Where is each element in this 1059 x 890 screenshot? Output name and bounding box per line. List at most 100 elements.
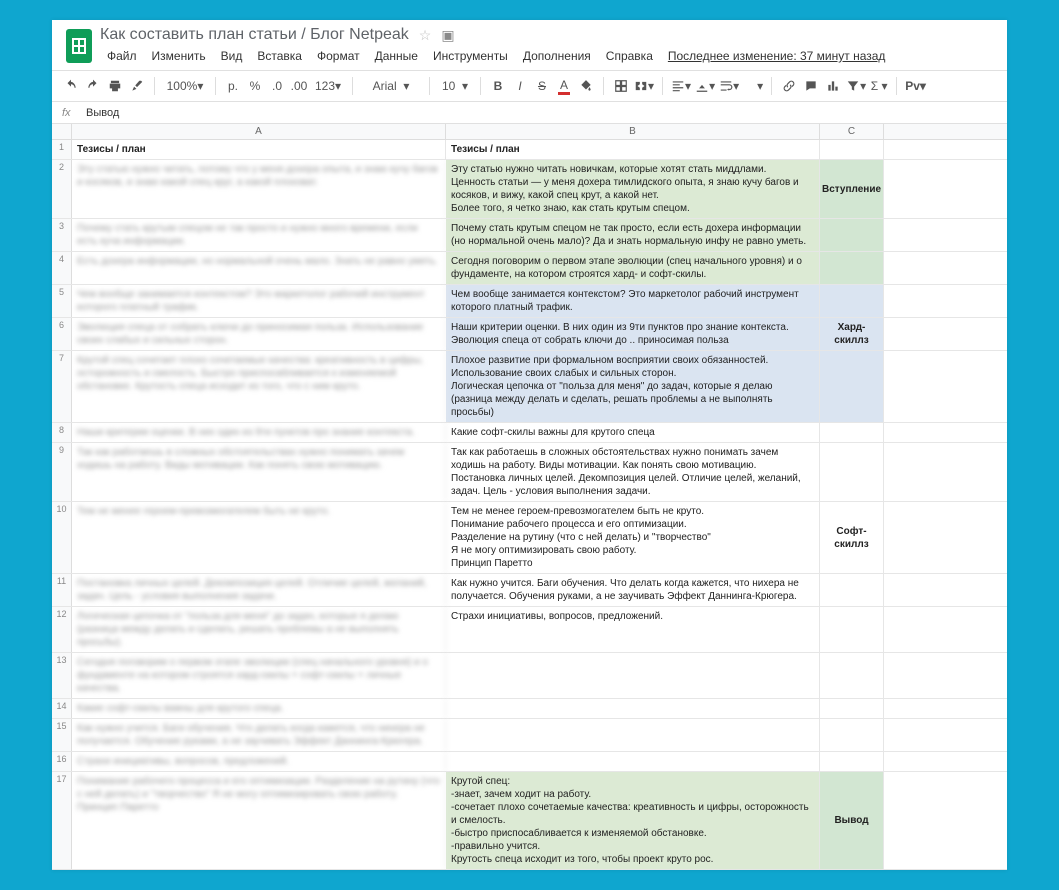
menu-файл[interactable]: Файл — [100, 46, 144, 66]
menu-справка[interactable]: Справка — [599, 46, 660, 66]
functions-button[interactable]: Σ ▾ — [870, 75, 888, 97]
cell[interactable]: Наши критерии оценки. В них один из 9ти … — [72, 423, 446, 442]
cell[interactable]: Как нужно учится. Баги обучения. Что дел… — [446, 574, 820, 606]
sheets-logo-icon[interactable] — [66, 29, 92, 63]
cell[interactable]: Эту статью нужно читать новичкам, которы… — [446, 160, 820, 218]
row-header[interactable]: 13 — [52, 653, 72, 698]
cell[interactable]: Наши критерии оценки. В них один из 9ти … — [446, 318, 820, 350]
row-header[interactable]: 4 — [52, 252, 72, 284]
cell[interactable] — [820, 140, 884, 159]
comment-button[interactable] — [802, 75, 820, 97]
cell[interactable] — [820, 574, 884, 606]
cell[interactable]: Софт-скиллз — [820, 502, 884, 573]
cell[interactable]: Страхи инициативы, вопросов, предложений… — [72, 752, 446, 771]
cell[interactable]: Почему стать крутым спецом не так просто… — [446, 219, 820, 251]
cell[interactable]: Сегодня поговорим о первом этапе эволюци… — [72, 653, 446, 698]
undo-icon[interactable] — [62, 75, 80, 97]
cell[interactable]: Какие софт-скилы важны для крутого спеца… — [72, 699, 446, 718]
row-header[interactable]: 7 — [52, 351, 72, 422]
decrease-decimal-button[interactable]: .0 — [268, 75, 286, 97]
cell[interactable]: Постановка личных целей. Декомпозиция це… — [72, 574, 446, 606]
row-header[interactable]: 9 — [52, 443, 72, 501]
text-color-button[interactable]: A — [555, 75, 573, 97]
row-header[interactable]: 5 — [52, 285, 72, 317]
cell[interactable] — [820, 423, 884, 442]
row-header[interactable]: 14 — [52, 699, 72, 718]
bold-button[interactable]: B — [489, 75, 507, 97]
cell[interactable]: Какие софт-скилы важны для крутого спеца — [446, 423, 820, 442]
fill-color-button[interactable] — [577, 75, 595, 97]
star-icon[interactable]: ☆ — [419, 27, 432, 44]
rotate-button[interactable]: ▾ — [743, 75, 763, 97]
cell[interactable] — [820, 285, 884, 317]
last-change-link[interactable]: Последнее изменение: 37 минут назад — [661, 46, 893, 66]
format-currency-button[interactable]: р. — [224, 75, 242, 97]
chart-button[interactable] — [824, 75, 842, 97]
cell[interactable]: Вывод — [820, 772, 884, 869]
cell[interactable]: Почему стать крутым спецом не так просто… — [72, 219, 446, 251]
cell[interactable] — [820, 252, 884, 284]
menu-дополнения[interactable]: Дополнения — [516, 46, 598, 66]
merge-button[interactable]: ▾ — [634, 75, 654, 97]
addon-button[interactable]: Pv ▾ — [905, 75, 926, 97]
cell[interactable] — [820, 443, 884, 501]
row-header[interactable]: 2 — [52, 160, 72, 218]
cell[interactable]: Тем не менее героем-превозмогателем быть… — [446, 502, 820, 573]
row-header[interactable]: 3 — [52, 219, 72, 251]
row-header[interactable]: 15 — [52, 719, 72, 751]
cell[interactable] — [820, 719, 884, 751]
menu-инструменты[interactable]: Инструменты — [426, 46, 515, 66]
cell[interactable]: Понимание рабочего процесса и его оптими… — [72, 772, 446, 869]
cell[interactable] — [446, 752, 820, 771]
more-formats-button[interactable]: 123 ▾ — [312, 75, 344, 97]
zoom-select[interactable]: 100% ▾ — [163, 75, 207, 97]
row-header[interactable]: 1 — [52, 140, 72, 159]
redo-icon[interactable] — [84, 75, 102, 97]
cell[interactable] — [820, 699, 884, 718]
cell[interactable] — [820, 653, 884, 698]
col-header-a[interactable]: A — [72, 124, 446, 139]
cell[interactable] — [446, 699, 820, 718]
move-folder-icon[interactable]: ▣ — [441, 27, 454, 44]
cell[interactable]: Страхи инициативы, вопросов, предложений… — [446, 607, 820, 652]
cell[interactable]: Как нужно учится. Баги обучения. Что дел… — [72, 719, 446, 751]
font-select[interactable]: Arial ▾ — [361, 75, 421, 97]
font-size-select[interactable]: 10 ▾ — [438, 75, 472, 97]
cell[interactable]: Эту статью нужно читать, потому что у ме… — [72, 160, 446, 218]
menu-вставка[interactable]: Вставка — [250, 46, 309, 66]
menu-изменить[interactable]: Изменить — [145, 46, 213, 66]
cell[interactable]: Логическая цепочка от "польза для меня" … — [72, 607, 446, 652]
cell[interactable]: Сегодня поговорим о первом этапе эволюци… — [446, 252, 820, 284]
cell[interactable] — [820, 219, 884, 251]
cell[interactable] — [446, 653, 820, 698]
increase-decimal-button[interactable]: .00 — [290, 75, 308, 97]
col-header-b[interactable]: B — [446, 124, 820, 139]
row-header[interactable]: 10 — [52, 502, 72, 573]
cell[interactable]: Вступление — [820, 160, 884, 218]
cell[interactable]: Есть дохера информации, но нормальной оч… — [72, 252, 446, 284]
cell[interactable]: Хард-скиллз — [820, 318, 884, 350]
wrap-button[interactable]: ▾ — [719, 75, 739, 97]
cell[interactable]: Чем вообще занимается контекстом? Это ма… — [446, 285, 820, 317]
row-header[interactable]: 16 — [52, 752, 72, 771]
v-align-button[interactable]: ▾ — [695, 75, 715, 97]
cell[interactable]: Крутой спец сочетает плохо сочетаемые ка… — [72, 351, 446, 422]
row-header[interactable]: 17 — [52, 772, 72, 869]
menu-вид[interactable]: Вид — [214, 46, 250, 66]
print-icon[interactable] — [106, 75, 124, 97]
menu-формат[interactable]: Формат — [310, 46, 367, 66]
row-header[interactable]: 11 — [52, 574, 72, 606]
cell[interactable] — [820, 607, 884, 652]
format-percent-button[interactable]: % — [246, 75, 264, 97]
cell[interactable]: Эволюция спеца от собрать ключи до прино… — [72, 318, 446, 350]
cell[interactable]: Тезисы / план — [72, 140, 446, 159]
cell[interactable] — [446, 719, 820, 751]
row-header[interactable]: 12 — [52, 607, 72, 652]
cell[interactable]: Плохое развитие при формальном восприяти… — [446, 351, 820, 422]
cell[interactable] — [820, 752, 884, 771]
cell[interactable]: Крутой спец: -знает, зачем ходит на рабо… — [446, 772, 820, 869]
doc-title[interactable]: Как составить план статьи / Блог Netpeak — [100, 26, 409, 44]
cell[interactable]: Чем вообще занимается контекстом? Это ма… — [72, 285, 446, 317]
row-header[interactable]: 8 — [52, 423, 72, 442]
cell[interactable] — [820, 351, 884, 422]
